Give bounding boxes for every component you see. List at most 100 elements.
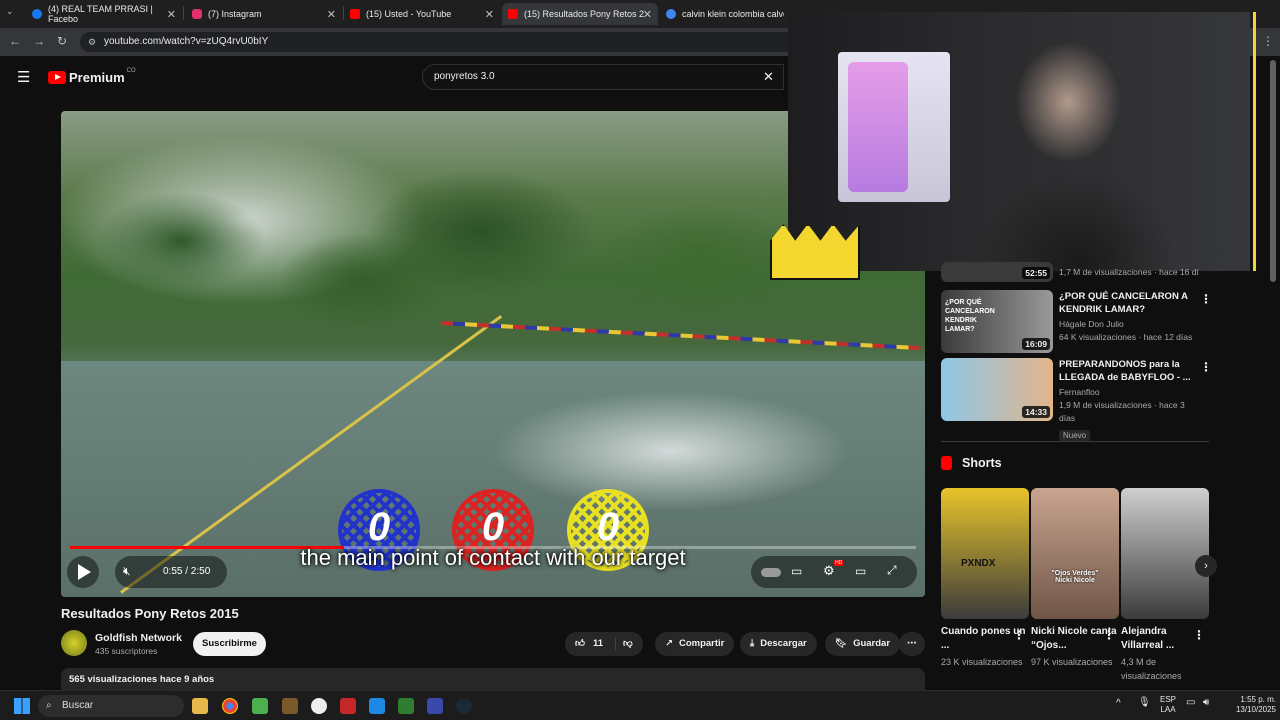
logo-text: Premium: [69, 70, 125, 85]
youtube-icon: [508, 9, 518, 19]
address-bar[interactable]: ⚙ youtube.com/watch?v=zUQ4rvU0bIY: [80, 32, 800, 52]
clear-search-icon[interactable]: ✕: [763, 65, 774, 89]
shorts-next-arrow-icon[interactable]: ›: [1195, 555, 1217, 577]
autoplay-toggle[interactable]: [761, 568, 781, 577]
clock[interactable]: 1:55 p. m. 13/10/2025: [1222, 695, 1276, 715]
tab-separator: [183, 6, 184, 20]
tab-close-icon[interactable]: ✕: [167, 8, 176, 21]
video-title: ¿POR QUÉ CANCELARON A KENDRIK LAMAR?: [1059, 291, 1188, 315]
menu-icon[interactable]: ☰: [17, 68, 30, 86]
tab-search-icon[interactable]: ⌄: [6, 6, 14, 17]
minecraft-icon[interactable]: [252, 698, 268, 714]
video-duration: 16:09: [1022, 338, 1050, 350]
back-arrow-icon[interactable]: ←: [9, 34, 21, 48]
video-time: 0:55 / 2:50: [163, 566, 211, 577]
clock-time: 1:55 p. m.: [1240, 695, 1276, 704]
browser-tab[interactable]: (15) Usted - YouTube ✕: [344, 3, 500, 25]
short-thumbnail: "Ojos Verdes" Nicki Nicole: [1031, 488, 1119, 619]
share-label: Compartir: [678, 638, 725, 649]
browser-menu-icon[interactable]: ⋮: [1262, 34, 1274, 48]
recommendation-item[interactable]: ¿POR QUÉ CANCELARON KENDRIK LAMAR? 16:09…: [941, 290, 1199, 353]
more-actions-icon[interactable]: ⋮: [1200, 292, 1212, 306]
more-horizontal-icon: ⋯: [907, 638, 917, 649]
theater-mode-icon[interactable]: ▭: [855, 564, 866, 578]
short-views: 4,3 M de visualizaciones: [1121, 657, 1182, 681]
search-icon: ⌕: [46, 700, 52, 711]
vpn-app-icon[interactable]: [427, 698, 443, 714]
forward-arrow-icon[interactable]: →: [33, 34, 45, 48]
tray-chevron-icon[interactable]: ^: [1116, 699, 1121, 709]
settings-gear-icon[interactable]: ⚙: [823, 563, 835, 579]
short-thumbnail: [1121, 488, 1209, 619]
score-yellow: 0: [596, 505, 620, 549]
score-red: 0: [481, 505, 505, 549]
google-icon: [666, 9, 676, 19]
calculator-icon[interactable]: [369, 698, 385, 714]
subscribe-button[interactable]: Suscribirme: [193, 632, 266, 656]
short-views: 97 K visualizaciones: [1031, 657, 1113, 667]
page-scrollbar[interactable]: [1270, 60, 1276, 282]
subscriber-count: 435 suscriptores: [95, 646, 158, 656]
dislike-thumb-icon[interactable]: 👎︎: [623, 632, 633, 656]
network-icon[interactable]: ▭: [1186, 698, 1195, 708]
play-button[interactable]: [67, 556, 99, 588]
steam-icon[interactable]: [456, 698, 472, 714]
recommendation-partial[interactable]: 52:55 1,7 M de visualizaciones · hace 16…: [941, 262, 1199, 282]
save-button[interactable]: 🔖︎ Guardar: [825, 632, 901, 656]
tab-label: (4) REAL TEAM PRRASI | Facebo: [48, 4, 153, 24]
game-launcher-icon[interactable]: [282, 698, 298, 714]
fullscreen-icon[interactable]: ⤢: [887, 563, 897, 578]
webcam-pc-case: [838, 52, 950, 202]
taskbar-search[interactable]: ⌕ Buscar: [38, 695, 184, 717]
webcam-frame-border: [1248, 12, 1256, 271]
language-indicator[interactable]: ESP LAA: [1160, 695, 1176, 715]
short-item[interactable]: Alejandra Villarreal ... 4,3 M de visual…: [1121, 488, 1209, 683]
channel-name[interactable]: Goldfish Network: [95, 632, 182, 644]
channel-avatar[interactable]: [61, 630, 87, 656]
browser-tab[interactable]: calvin klein colombia calvo y: [660, 3, 790, 25]
video-title: Resultados Pony Retos 2015: [61, 606, 239, 621]
facebook-icon: [32, 9, 42, 19]
app-icon[interactable]: [311, 698, 327, 714]
browser-tab-active[interactable]: (15) Resultados Pony Retos 201 ✕: [502, 3, 658, 25]
youtube-icon: [350, 9, 360, 19]
shorts-header: Shorts: [941, 456, 1002, 470]
more-actions-icon[interactable]: ⋮: [1013, 628, 1025, 642]
tab-close-icon[interactable]: ✕: [327, 8, 336, 21]
search-input[interactable]: ponyretos 3.0 ✕: [422, 64, 784, 90]
media-app-icon[interactable]: [398, 698, 414, 714]
windows-start-icon[interactable]: [14, 698, 30, 714]
recommendation-item[interactable]: 14:33 PREPARANDONOS para la LLEGADA de B…: [941, 358, 1199, 443]
more-options-button[interactable]: ⋯: [899, 632, 925, 656]
share-button[interactable]: ↗ Compartir: [655, 632, 735, 656]
muted-volume-icon[interactable]: 🔇︎: [123, 564, 131, 579]
tab-close-icon[interactable]: ✕: [485, 8, 494, 21]
divider: [941, 441, 1209, 442]
shorts-icon: [941, 456, 952, 470]
editor-app-icon[interactable]: [340, 698, 356, 714]
like-thumb-icon[interactable]: 👍︎: [575, 632, 585, 656]
more-actions-icon[interactable]: ⋮: [1193, 628, 1205, 642]
youtube-premium-logo[interactable]: Premium CO: [48, 68, 136, 85]
reload-icon[interactable]: ↻: [57, 34, 67, 48]
more-actions-icon[interactable]: ⋮: [1200, 360, 1212, 374]
chrome-icon[interactable]: [222, 698, 238, 714]
volume-icon[interactable]: 🔊︎: [1203, 698, 1209, 708]
browser-tab[interactable]: (7) Instagram ✕: [186, 3, 342, 25]
tab-close-icon[interactable]: ✕: [643, 8, 652, 21]
subtitles-icon[interactable]: ▭: [791, 564, 802, 578]
taskbar-search-label: Buscar: [62, 700, 94, 711]
description-box[interactable]: 565 visualizaciones hace 9 años: [61, 668, 925, 692]
browser-tab[interactable]: (4) REAL TEAM PRRASI | Facebo ✕: [26, 3, 182, 25]
tab-label: (15) Resultados Pony Retos 201: [524, 9, 644, 19]
download-button[interactable]: ⤓ Descargar: [740, 632, 817, 656]
microphone-icon[interactable]: 🎙︎: [1138, 698, 1151, 708]
more-actions-icon[interactable]: ⋮: [1103, 628, 1115, 642]
site-info-icon[interactable]: ⚙: [88, 32, 96, 52]
file-explorer-icon[interactable]: [192, 698, 208, 714]
video-duration: 14:33: [1022, 406, 1050, 418]
tab-label: (7) Instagram: [208, 9, 262, 19]
like-count[interactable]: 11: [593, 632, 603, 656]
video-stats: 1,9 M de visualizaciones · hace 3 días: [1059, 400, 1185, 423]
bookmark-icon: 🔖︎: [835, 638, 848, 649]
